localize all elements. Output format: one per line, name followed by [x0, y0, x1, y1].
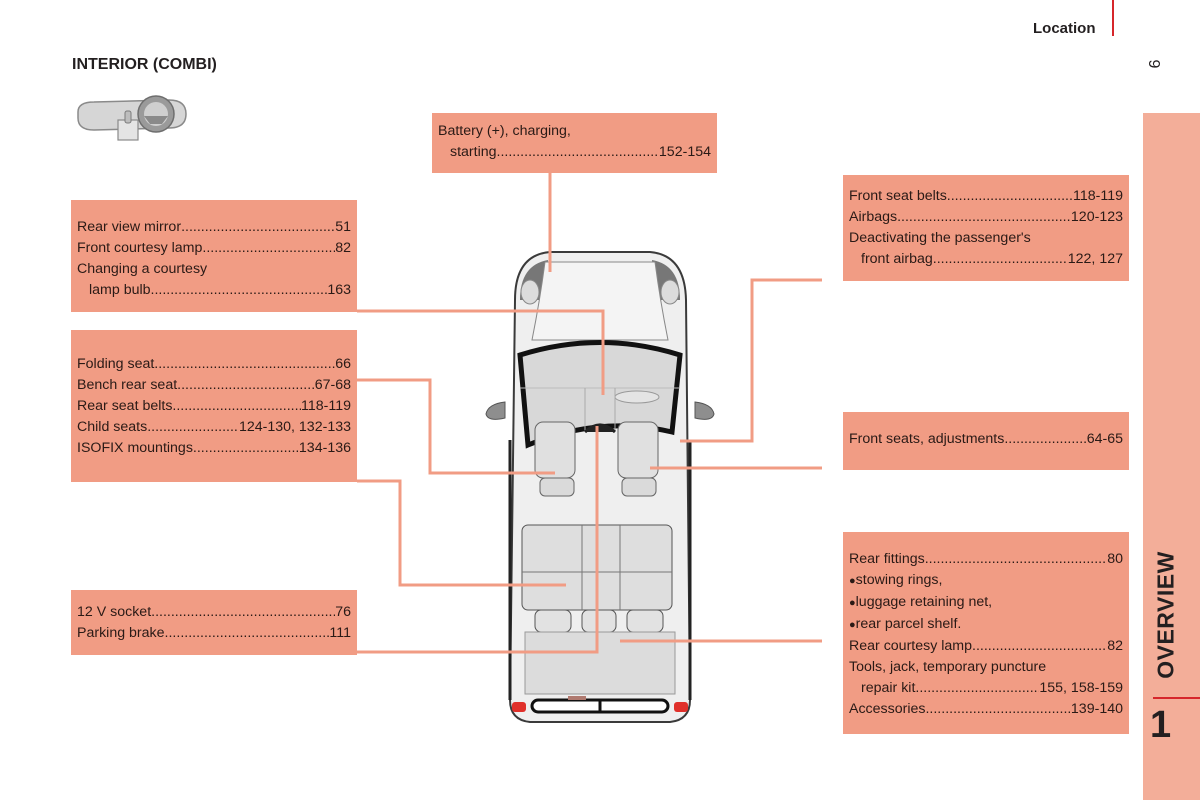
callout-line[interactable]: Front courtesy lamp 82	[77, 238, 351, 259]
callout-line[interactable]: Folding seat 66	[77, 354, 351, 375]
page-reference[interactable]: 118-119	[1073, 186, 1123, 207]
page-reference[interactable]: 82	[1107, 636, 1123, 657]
callout-bullet: stowing rings,	[849, 570, 1123, 592]
item-label: Folding seat	[77, 356, 155, 372]
leader-dots	[151, 602, 335, 623]
front-seat-left	[534, 421, 576, 497]
page-reference[interactable]: 66	[335, 354, 351, 375]
page-reference[interactable]: 76	[335, 602, 351, 623]
leader-dots	[947, 186, 1073, 207]
leader-dots	[151, 280, 328, 301]
item-label: Child seats	[77, 419, 148, 435]
item-label: lamp bulb	[89, 282, 151, 298]
callout-line[interactable]: front airbag 122, 127	[849, 249, 1123, 270]
callout-mirror: Rear view mirror 51 Front courtesy lamp 8…	[71, 200, 357, 312]
item-label: Accessories	[849, 701, 926, 717]
page-reference[interactable]: 152-154	[659, 142, 711, 163]
leader-dots	[933, 249, 1068, 270]
page-reference[interactable]: 163	[327, 280, 351, 301]
leader-dots	[172, 396, 301, 417]
callout-line: Battery (+), charging,	[438, 121, 711, 142]
item-label: Battery (+), charging,	[438, 123, 571, 139]
leader-dots	[497, 142, 659, 163]
callout-bullet: rear parcel shelf.	[849, 614, 1123, 636]
item-label: Rear fittings	[849, 551, 925, 567]
item-label: 12 V socket	[77, 604, 152, 620]
callout-line[interactable]: lamp bulb 163	[77, 280, 351, 301]
leader-dots	[972, 636, 1107, 657]
page-reference[interactable]: 124-130, 132-133	[239, 417, 351, 438]
page-reference[interactable]: 51	[335, 217, 351, 238]
leader-dots	[177, 375, 315, 396]
callout-line[interactable]: starting 152-154	[438, 142, 711, 163]
leader-dots	[925, 699, 1070, 720]
leader-dots	[181, 217, 335, 238]
page-reference[interactable]: 120-123	[1071, 207, 1123, 228]
item-label: Parking brake	[77, 625, 165, 641]
callout-line[interactable]: Airbags 120-123	[849, 207, 1123, 228]
callout-belts-airbags: Front seat belts 118-119 Airbags 120-123…	[843, 175, 1129, 281]
callout-line[interactable]: repair kit 155, 158-159	[849, 678, 1123, 699]
item-label: Rear seat belts	[77, 398, 173, 414]
callout-rear-fittings: Rear fittings 80 stowing rings, luggage …	[843, 532, 1129, 734]
callout-line[interactable]: Child seats 124-130, 132-133	[77, 417, 351, 438]
item-label: luggage retaining net,	[849, 592, 992, 614]
item-label: Rear courtesy lamp	[849, 638, 973, 654]
leader-dots	[147, 417, 239, 438]
item-label: rear parcel shelf.	[849, 614, 962, 636]
item-label: Airbags	[849, 209, 898, 225]
callout-line[interactable]: Rear seat belts 118-119	[77, 396, 351, 417]
item-label: starting	[450, 144, 497, 160]
item-label: Front seat belts	[849, 188, 947, 204]
callout-line[interactable]: Bench rear seat 67-68	[77, 375, 351, 396]
callout-line[interactable]: Parking brake 111	[77, 623, 351, 644]
page-reference[interactable]: 134-136	[299, 438, 351, 459]
leader-dots	[193, 438, 299, 459]
page-reference[interactable]: 111	[329, 623, 351, 644]
leader-dots	[154, 354, 335, 375]
callout-line: Deactivating the passenger's	[849, 228, 1123, 249]
callout-line[interactable]: Rear courtesy lamp 82	[849, 636, 1123, 657]
item-label: Changing a courtesy	[77, 261, 208, 277]
callout-line[interactable]: ISOFIX mountings 134-136	[77, 438, 351, 459]
callout-rear-seats: Folding seat 66 Bench rear seat 67-68 Rea…	[71, 330, 357, 482]
callout-line[interactable]: Front seat belts 118-119	[849, 186, 1123, 207]
leader-dots	[165, 623, 330, 644]
item-label: repair kit	[861, 680, 916, 696]
page-reference[interactable]: 118-119	[301, 396, 351, 417]
callout-line[interactable]: Accessories 139-140	[849, 699, 1123, 720]
item-label: Front courtesy lamp	[77, 240, 203, 256]
leader-dots	[1004, 429, 1086, 450]
callout-bullet: luggage retaining net,	[849, 592, 1123, 614]
page-reference[interactable]: 139-140	[1071, 699, 1123, 720]
item-label: Bench rear seat	[77, 377, 178, 393]
item-label: Tools, jack, temporary puncture	[849, 659, 1047, 675]
callout-line: Tools, jack, temporary puncture	[849, 657, 1123, 678]
callout-socket-brake: 12 V socket 76 Parking brake 111	[71, 590, 357, 655]
page-reference[interactable]: 155, 158-159	[1039, 678, 1123, 699]
page-reference[interactable]: 80	[1107, 549, 1123, 570]
item-label: Deactivating the passenger's	[849, 230, 1031, 246]
callout-front-seats: Front seats, adjustments 64-65	[843, 412, 1129, 470]
item-label: Front seats, adjustments	[849, 431, 1005, 447]
item-label: ISOFIX mountings	[77, 440, 193, 456]
leader-dots	[915, 678, 1039, 699]
callout-battery: Battery (+), charging, starting 152-154	[432, 113, 717, 173]
callout-line[interactable]: Front seats, adjustments 64-65	[849, 429, 1123, 450]
item-label: stowing rings,	[849, 570, 943, 592]
callout-line[interactable]: 12 V socket 76	[77, 602, 351, 623]
callout-line: Changing a courtesy	[77, 259, 351, 280]
leader-dots	[897, 207, 1071, 228]
page-reference[interactable]: 67-68	[315, 375, 351, 396]
front-seat-right	[617, 421, 659, 497]
callout-line[interactable]: Rear view mirror 51	[77, 217, 351, 238]
leader-dots	[202, 238, 335, 259]
page-reference[interactable]: 64-65	[1087, 429, 1123, 450]
leader-dots	[925, 549, 1108, 570]
item-label: Rear view mirror	[77, 219, 182, 235]
callout-line[interactable]: Rear fittings 80	[849, 549, 1123, 570]
page-reference[interactable]: 82	[335, 238, 351, 259]
item-label: front airbag	[861, 251, 933, 267]
page-reference[interactable]: 122, 127	[1068, 249, 1123, 270]
